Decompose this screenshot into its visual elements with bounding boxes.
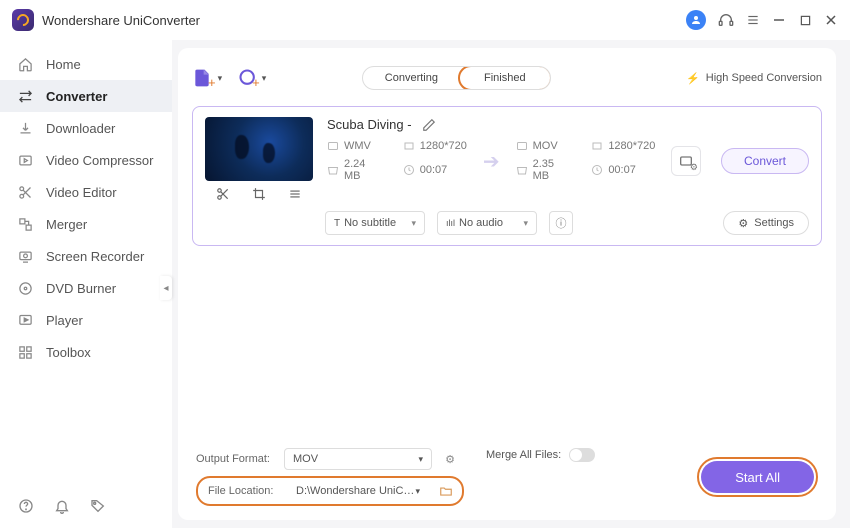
sidebar-item-home[interactable]: Home: [0, 48, 172, 80]
bell-icon[interactable]: [54, 498, 70, 514]
subtitle-select[interactable]: TNo subtitle▾: [325, 211, 425, 235]
app-logo: [12, 9, 34, 31]
sidebar-item-editor[interactable]: Video Editor: [0, 176, 172, 208]
scissors-icon: [18, 185, 34, 200]
file-location-label: File Location:: [208, 485, 280, 497]
tag-icon[interactable]: [90, 498, 106, 514]
convert-button[interactable]: Convert: [721, 148, 809, 174]
tab-group: Converting Finished: [362, 66, 551, 90]
minimize-button[interactable]: [772, 14, 786, 26]
sidebar-item-screen-recorder[interactable]: Screen Recorder: [0, 240, 172, 272]
audio-select[interactable]: ılılNo audio▾: [437, 211, 537, 235]
output-format-label: Output Format:: [196, 453, 276, 465]
sidebar-label: Merger: [46, 217, 87, 232]
edit-name-icon[interactable]: [422, 118, 436, 132]
sidebar-item-compressor[interactable]: Video Compressor: [0, 144, 172, 176]
file-location-select[interactable]: D:\Wondershare UniConverter▾: [288, 480, 428, 502]
maximize-button[interactable]: [798, 15, 812, 26]
high-speed-toggle[interactable]: ⚡High Speed Conversion: [686, 72, 822, 85]
home-icon: [18, 57, 34, 72]
merge-label: Merge All Files:: [486, 449, 561, 461]
trim-icon[interactable]: [216, 187, 230, 201]
headset-icon[interactable]: [718, 12, 734, 28]
start-all-button[interactable]: Start All: [701, 461, 814, 493]
tab-converting[interactable]: Converting: [363, 67, 460, 89]
format-icon: [327, 140, 339, 152]
source-specs: WMV 1280*720 2.24 MB 00:07: [327, 140, 467, 182]
sidebar-label: Toolbox: [46, 345, 91, 360]
close-button[interactable]: [824, 14, 838, 26]
compressor-icon: [18, 153, 34, 168]
more-icon[interactable]: [288, 187, 302, 201]
clock-icon: [403, 164, 415, 176]
file-card: Scuba Diving - WMV 1280*720 2.24 MB 00:0…: [192, 106, 822, 246]
tab-finished[interactable]: Finished: [458, 66, 551, 90]
video-thumbnail[interactable]: [205, 117, 313, 181]
bolt-icon: ⚡: [686, 72, 700, 85]
sidebar-label: Player: [46, 313, 83, 328]
download-icon: [18, 121, 34, 136]
resolution-icon: [403, 140, 415, 152]
recorder-icon: [18, 249, 34, 264]
add-file-button[interactable]: +▾: [192, 67, 222, 90]
sidebar-label: Screen Recorder: [46, 249, 144, 264]
sidebar-item-dvd-burner[interactable]: DVD Burner: [0, 272, 172, 304]
sidebar-label: Video Compressor: [46, 153, 153, 168]
sidebar-item-converter[interactable]: Converter: [0, 80, 172, 112]
gear-icon: ⚙: [738, 217, 748, 230]
converter-icon: [18, 89, 34, 104]
target-specs: MOV 1280*720 2.35 MB 00:07: [516, 140, 656, 182]
format-settings-icon[interactable]: ⚙: [440, 449, 460, 469]
grid-icon: [18, 345, 34, 360]
output-format-select[interactable]: MOV▾: [284, 448, 432, 470]
browse-folder-icon[interactable]: [436, 481, 456, 501]
app-title: Wondershare UniConverter: [42, 13, 200, 28]
titlebar: Wondershare UniConverter: [0, 0, 850, 40]
sidebar-label: DVD Burner: [46, 281, 116, 296]
size-icon: [327, 164, 339, 176]
user-avatar[interactable]: [686, 10, 706, 30]
arrow-icon: ➔: [475, 149, 508, 174]
sidebar-item-player[interactable]: Player: [0, 304, 172, 336]
sidebar-item-downloader[interactable]: Downloader: [0, 112, 172, 144]
add-url-button[interactable]: +▾: [238, 67, 266, 90]
sidebar-label: Converter: [46, 89, 107, 104]
settings-button[interactable]: ⚙Settings: [723, 211, 809, 235]
sidebar-label: Home: [46, 57, 81, 72]
merge-toggle[interactable]: [569, 448, 595, 462]
info-button[interactable]: ⓘ: [549, 211, 573, 235]
sidebar: Home Converter Downloader Video Compress…: [0, 40, 172, 528]
file-name: Scuba Diving -: [327, 117, 412, 132]
menu-icon[interactable]: [746, 13, 760, 27]
disc-icon: [18, 281, 34, 296]
crop-icon[interactable]: [252, 187, 266, 201]
sidebar-label: Downloader: [46, 121, 115, 136]
play-icon: [18, 313, 34, 328]
sidebar-item-merger[interactable]: Merger: [0, 208, 172, 240]
merger-icon: [18, 217, 34, 232]
sidebar-collapse[interactable]: ◂: [160, 276, 172, 300]
sidebar-item-toolbox[interactable]: Toolbox: [0, 336, 172, 368]
output-settings-icon[interactable]: ⚙: [671, 146, 701, 176]
help-icon[interactable]: [18, 498, 34, 514]
sidebar-label: Video Editor: [46, 185, 117, 200]
